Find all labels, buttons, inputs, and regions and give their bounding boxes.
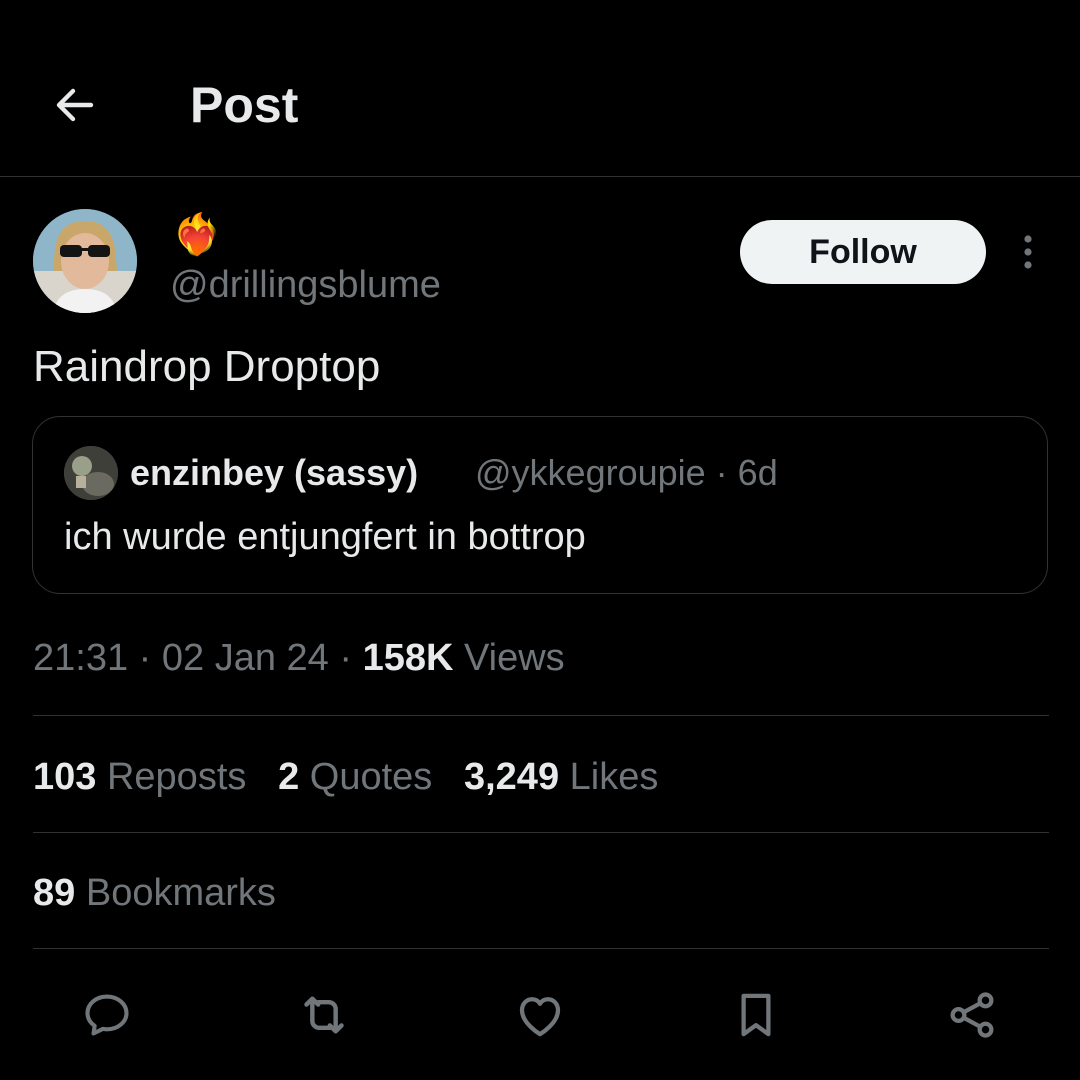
repost-icon [304,996,344,1034]
quote-avatar-image [64,446,118,500]
back-button[interactable] [40,70,110,140]
quote-avatar [64,446,118,500]
bookmarks-count: 89 [33,872,76,914]
avatar[interactable] [33,209,137,313]
quote-meta: @ykkegroupie · 6d [475,452,778,494]
avatar-image [33,209,137,313]
quotes-count: 2 [278,756,300,798]
repost-button[interactable] [294,985,354,1045]
reposts-stat[interactable]: 103 Reposts [33,756,246,798]
arrow-left-icon [56,88,94,122]
post-date: 02 Jan 24 [161,637,329,679]
views-count: 158K [362,637,454,679]
quote-author-name: enzinbey (sassy) [130,452,419,493]
quoted-post-card[interactable] [32,416,1048,594]
likes-stat[interactable]: 3,249 Likes [464,756,658,798]
author-handle[interactable]: @drillingsblume [170,264,441,307]
reposts-count: 103 [33,756,97,798]
reply-icon [85,994,129,1036]
share-icon [950,992,994,1038]
post-text: Raindrop Droptop [33,342,381,391]
post-meta: 21:31 · 02 Jan 24 · 158K Views [33,637,565,679]
author-display-name[interactable]: ❤️‍🔥 [172,212,222,258]
quotes-label: Quotes [309,756,433,798]
bookmark-button[interactable] [726,985,786,1045]
engagement-stats: 103 Reposts 2 Quotes 3,249 Likes [33,756,658,799]
quote-text: ich wurde entjungfert in bottrop [64,516,586,558]
like-button[interactable] [510,985,570,1045]
reply-button[interactable] [77,985,137,1045]
quote-handle: @ykkegroupie [475,452,706,493]
more-options-button[interactable] [1008,230,1048,274]
reposts-label: Reposts [106,756,247,798]
share-button[interactable] [942,985,1002,1045]
like-icon [519,997,561,1037]
quote-separator: · [705,452,738,493]
follow-button[interactable]: Follow [740,220,986,284]
page-title: Post [190,77,299,133]
divider [33,832,1049,833]
views-label: Views [463,637,565,679]
bookmarks-label: Bookmarks [85,872,276,914]
top-bar [0,0,1080,177]
bookmarks-stat[interactable]: 89 Bookmarks [33,872,276,915]
more-vertical-icon [1024,235,1032,269]
bookmark-icon [741,993,771,1037]
quotes-stat[interactable]: 2 Quotes [278,756,432,798]
divider [33,715,1049,716]
divider [33,948,1049,949]
likes-label: Likes [569,756,659,798]
post-time: 21:31 [33,637,129,679]
likes-count: 3,249 [463,756,560,798]
quote-age: 6d [737,452,778,493]
